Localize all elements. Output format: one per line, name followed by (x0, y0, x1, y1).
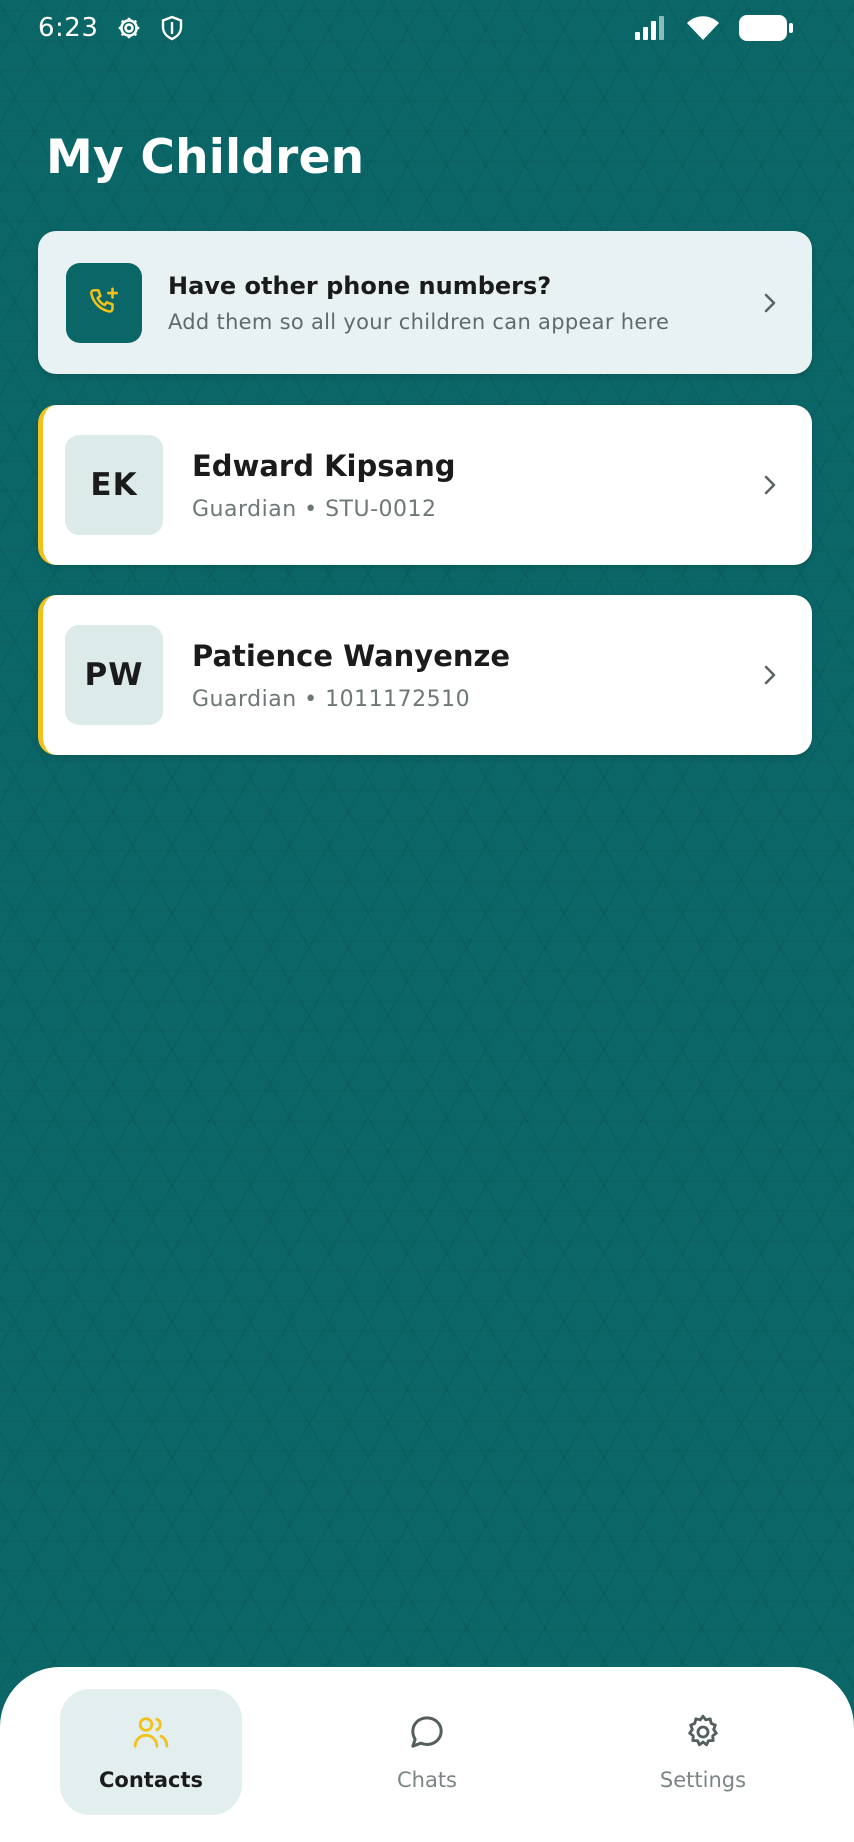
banner-text: Have other phone numbers? Add them so al… (168, 272, 756, 334)
gear-icon (683, 1712, 723, 1756)
child-name: Patience Wanyenze (192, 638, 511, 673)
nav-label-chats: Chats (396, 1768, 458, 1792)
nav-item-settings[interactable]: Settings (612, 1689, 794, 1815)
status-bar: 6:23 (0, 0, 854, 56)
child-info: Patience Wanyenze Guardian • 1011172510 (192, 639, 756, 712)
chevron-right-icon (756, 661, 784, 689)
bottom-nav: Contacts Chats Settings (0, 1667, 854, 1842)
status-time: 6:23 (38, 13, 99, 43)
banner-subtitle: Add them so all your children can appear… (168, 309, 670, 334)
wifi-icon (686, 15, 720, 41)
avatar: EK (65, 435, 163, 535)
nav-item-chats[interactable]: Chats (336, 1689, 518, 1815)
chat-bubble-icon (407, 1712, 447, 1756)
child-name: Edward Kipsang (192, 448, 456, 483)
child-card-edward-kipsang[interactable]: EK Edward Kipsang Guardian • STU-0012 (38, 405, 812, 565)
nav-label-settings: Settings (659, 1768, 747, 1792)
cellular-signal-icon (634, 15, 668, 41)
avatar: PW (65, 625, 163, 725)
banner-title: Have other phone numbers? (168, 271, 552, 300)
child-meta: Guardian • STU-0012 (192, 496, 437, 522)
shield-icon (160, 15, 184, 41)
page-title: My Children (46, 130, 365, 185)
contacts-icon (131, 1712, 171, 1756)
gear-icon (116, 15, 142, 41)
add-phone-numbers-banner[interactable]: Have other phone numbers? Add them so al… (38, 231, 812, 374)
child-info: Edward Kipsang Guardian • STU-0012 (192, 449, 756, 522)
chevron-right-icon (756, 289, 784, 317)
battery-icon (738, 14, 794, 42)
child-card-patience-wanyenze[interactable]: PW Patience Wanyenze Guardian • 10111725… (38, 595, 812, 755)
status-left: 6:23 (38, 13, 184, 43)
phone-add-icon (66, 262, 142, 343)
status-right (634, 14, 794, 42)
nav-label-contacts: Contacts (99, 1768, 203, 1792)
chevron-right-icon (756, 471, 784, 499)
child-meta: Guardian • 1011172510 (192, 686, 471, 712)
nav-item-contacts[interactable]: Contacts (60, 1689, 242, 1815)
